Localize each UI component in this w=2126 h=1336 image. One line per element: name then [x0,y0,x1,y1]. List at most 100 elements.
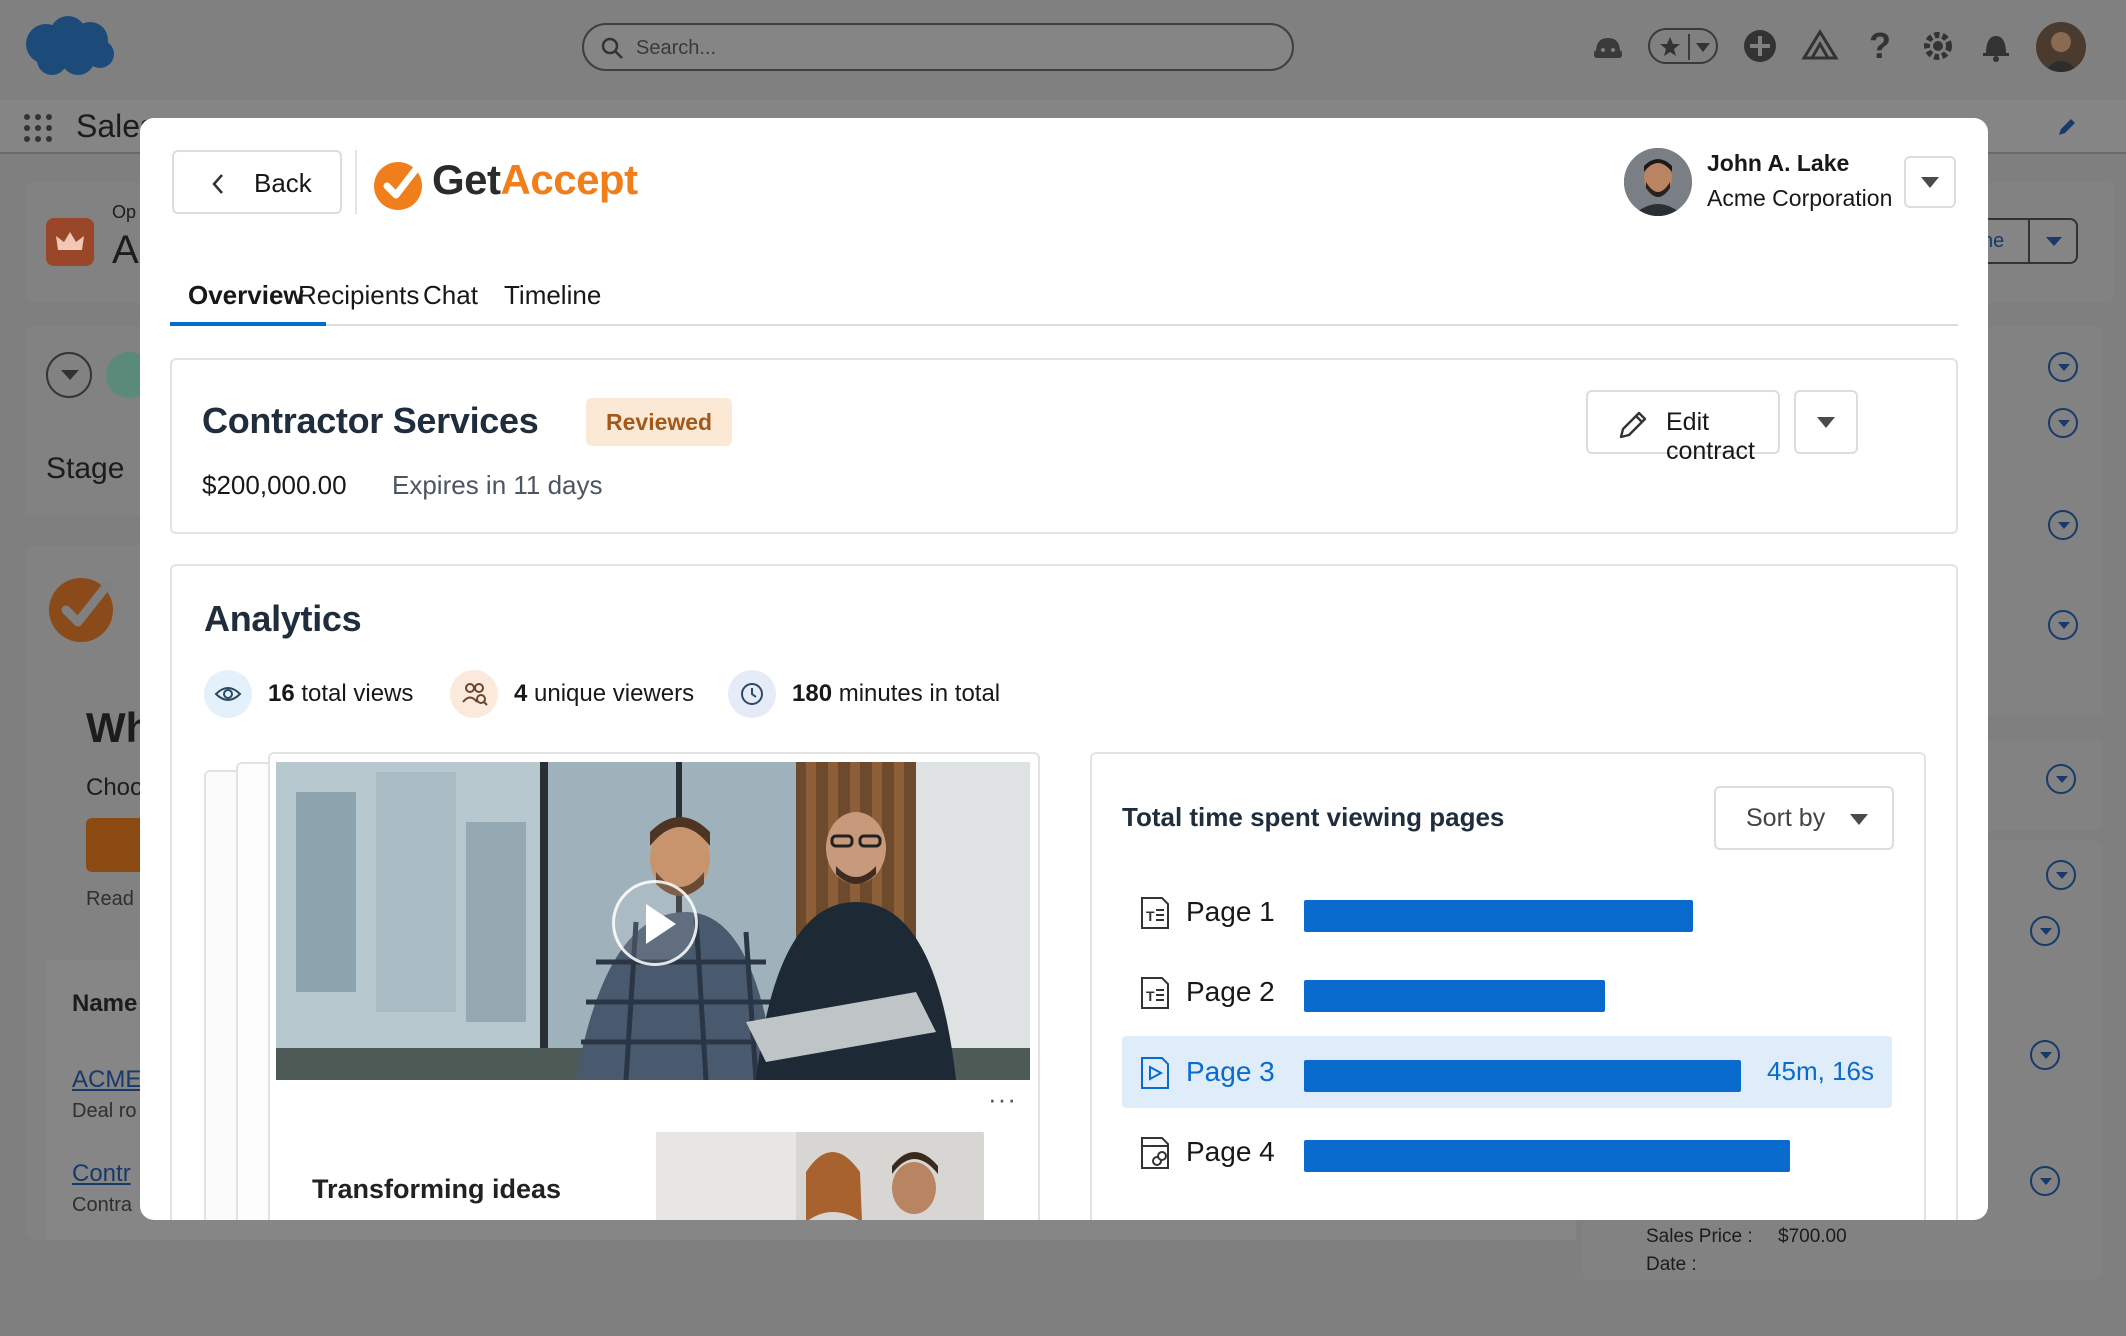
table-row-sub: Deal ro [72,1100,137,1122]
salesforce-user-avatar[interactable] [2036,22,2086,72]
page-label: Page 1 [1186,896,1275,927]
sales-price-value: $700.00 [1778,1226,1847,1247]
document-preview[interactable]: ··· Transforming ideas [268,752,1040,1220]
eye-icon [204,670,252,718]
help-icon[interactable]: ? [1860,26,1900,66]
row-menu-button[interactable] [2046,860,2076,890]
tab-chat[interactable]: Chat [423,268,478,326]
salesforce-cloud-logo[interactable] [22,14,116,78]
opportunity-icon [46,218,94,266]
page-row[interactable]: T Page 1 [1122,876,1892,948]
page-label: Page 2 [1186,976,1275,1007]
stat-label: total views [301,680,414,707]
contract-actions-dropdown[interactable] [1794,390,1858,454]
tab-overview[interactable]: Overview [188,268,304,326]
time-bar [1304,1060,1741,1092]
time-spent-title: Total time spent viewing pages [1122,802,1505,832]
viewers-icon [450,670,498,718]
pencil-icon [1619,411,1647,439]
wordmark-get: Get [432,156,501,203]
page-row[interactable]: Page 3 45m, 16s [1122,1036,1892,1108]
user-organization: Acme Corporation [1707,185,1893,211]
stat-value: 16 [268,680,295,707]
chevron-down-icon [61,370,79,380]
stat-label: unique viewers [534,680,695,707]
favorites-button[interactable] [1648,28,1718,64]
contract-title: Contractor Services [202,400,539,441]
video-thumbnail[interactable] [276,762,1030,1080]
tab-timeline[interactable]: Timeline [504,268,601,326]
play-button[interactable] [612,880,698,966]
time-bar [1304,1140,1790,1172]
link-page-icon [1141,1137,1169,1169]
table-row-sub: Contra [72,1194,133,1216]
document-caption: Transforming ideas [312,1174,562,1204]
record-title: A [112,228,139,272]
chevron-left-icon [212,174,223,194]
path-toggle-button[interactable] [46,352,92,398]
stat-label: minutes in total [838,680,1001,707]
chevron-down-icon [1921,177,1939,188]
video-page-icon [1141,1057,1169,1089]
global-search-input[interactable]: Search... [582,23,1294,71]
row-menu-button[interactable] [2048,352,2078,382]
row-menu-button[interactable] [2030,916,2060,946]
row-menu-button[interactable] [2048,510,2078,540]
table-row-link[interactable]: ACME [72,1066,141,1094]
header-divider [355,150,357,214]
user-menu-button[interactable] [1904,156,1956,208]
row-menu-button[interactable] [2048,610,2078,640]
analytics-title: Analytics [204,598,362,639]
page-row[interactable]: T Page 2 [1122,956,1892,1028]
getaccept-wordmark: GetAccept [432,156,638,204]
panel-subtext: Choo [86,774,144,801]
row-menu-button[interactable] [2046,764,2076,794]
back-label: Back [254,168,312,198]
edit-nav-icon[interactable] [2056,116,2078,138]
trailhead-icon[interactable] [1800,26,1840,66]
table-header-name: Name [72,990,138,1017]
svg-text:T: T [1146,908,1155,924]
back-button[interactable]: Back [172,150,342,214]
clock-icon [728,670,776,718]
tab-label: Overview [188,280,304,310]
stat-total-minutes: 180 minutes in total [792,680,1000,708]
sales-price-label: Sales Price : [1646,1226,1753,1247]
edit-contract-label: Edit contract [1666,408,1755,465]
tab-recipients[interactable]: Recipients [298,268,419,326]
row-menu-button[interactable] [2048,408,2078,438]
text-page-icon: T [1141,977,1169,1009]
record-type-label: Op [112,202,137,222]
favorites-divider [1688,34,1690,60]
tab-label: Timeline [504,280,602,310]
salesforce-header: Search... ? [0,0,2126,100]
agent-icon[interactable] [1588,26,1628,66]
user-avatar[interactable] [1624,148,1692,216]
app-launcher-icon[interactable] [22,112,54,144]
status-badge: Reviewed [586,398,733,446]
chevron-down-icon [1850,814,1868,825]
page-row[interactable]: Page 4 [1122,1116,1892,1188]
chevron-down-icon [1696,43,1710,52]
bell-icon[interactable] [1976,26,2016,66]
add-icon[interactable] [1740,26,1780,66]
svg-text:T: T [1146,988,1155,1004]
sort-by-dropdown[interactable]: Sort by [1714,786,1894,850]
panel-orange-button[interactable] [86,818,146,872]
stat-value: 4 [514,680,528,707]
row-menu-button[interactable] [2030,1166,2060,1196]
panel-read-text: Read [86,888,134,910]
crown-icon [56,232,84,250]
time-bar [1304,980,1605,1012]
time-bar [1304,900,1693,932]
row-menu-button[interactable] [2030,1040,2060,1070]
chevron-down-icon [2046,237,2062,246]
more-options-icon[interactable]: ··· [988,1084,1017,1115]
date-label: Date : [1646,1254,1697,1275]
tab-label: Recipients [298,280,420,310]
active-tab-indicator [170,322,326,326]
edit-contract-button[interactable]: Edit contract [1586,390,1780,465]
table-row-link[interactable]: Contr [72,1160,131,1188]
gear-icon[interactable] [1918,26,1958,66]
page-label: Page 3 [1186,1056,1275,1087]
